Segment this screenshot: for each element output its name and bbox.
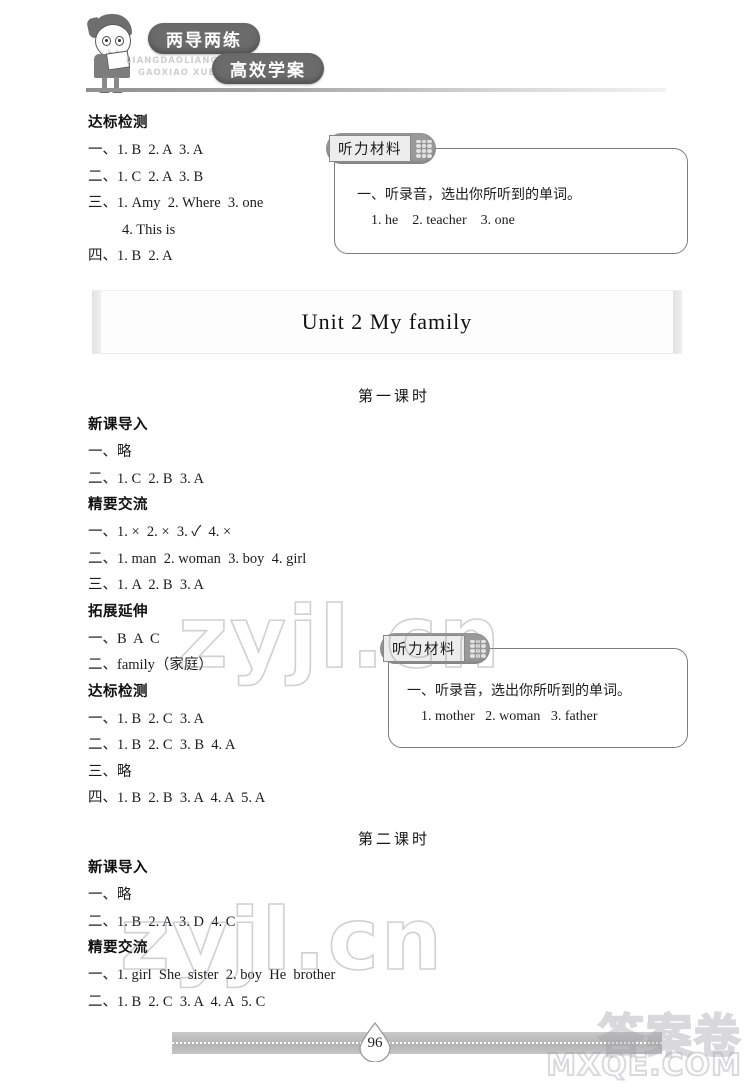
listening-tab-label: 听力材料 (383, 635, 465, 662)
lesson-heading-1: 第一课时 (358, 387, 431, 405)
listening-material-tab-1: 听力材料 (326, 133, 436, 164)
listening-tab-label: 听力材料 (329, 135, 411, 162)
lesson2-content: 新课导入 一、略 二、1. B 2. A 3. D 4. C 精要交流 一、1.… (88, 855, 335, 1015)
section-heading-dabiaojiance-1: 达标检测 (88, 115, 148, 131)
section-heading-xinkedaoru-2: 新课导入 (88, 860, 148, 876)
answer-line: 二、1. C 2. B 3. A (88, 470, 205, 487)
answer-key-page: LIANGDAOLIANGLIAN GAOXIAO XUEAN 两导两练 高效学… (0, 0, 750, 1090)
answer-line: 二、1. man 2. woman 3. boy 4. girl (88, 550, 307, 567)
page-number: 96 (367, 1035, 383, 1051)
answer-line: 三、1. Amy 2. Where 3. one (88, 195, 264, 211)
answer-line: 一、1. girl She sister 2. boy He brother (88, 967, 336, 983)
answer-line: 一、1. B 2. C 3. A (88, 710, 205, 727)
section-heading-tuozhanyanshen-1: 拓展延伸 (88, 603, 148, 620)
answer-line: 二、1. B 2. C 3. B 4. A (88, 737, 236, 753)
lesson-heading-2: 第二课时 (358, 830, 431, 848)
section-heading-dabiaojiance-2: 达标检测 (88, 683, 148, 700)
answer-line: 一、略 (88, 444, 132, 460)
answer-line: 三、略 (88, 763, 132, 780)
banner-left-bar (92, 291, 101, 353)
answer-line: 四、1. B 2. B 3. A 4. A 5. A (88, 790, 266, 806)
brand-pill-liangdaoliangliang: 两导两练 (148, 23, 260, 54)
brand-pill-gaoxiaoxuean: 高效学案 (212, 53, 324, 84)
section-heading-jingyaojiaoliu-1: 精要交流 (88, 497, 148, 513)
listening-body-text: 一、听录音，选出你所听到的单词。 1. he 2. teacher 3. one (357, 188, 581, 228)
answer-line: 4. This is (122, 221, 176, 238)
answer-line: 一、B A C (88, 630, 160, 647)
banner-right-bar (673, 291, 682, 353)
answer-line: 二、family（家庭） (88, 657, 213, 673)
answer-line: 四、1. B 2. A (88, 248, 173, 264)
header-divider (86, 88, 666, 92)
answer-line: 二、1. C 2. A 3. B (88, 168, 204, 185)
answer-line: 二、1. B 2. C 3. A 4. A 5. C (88, 993, 266, 1010)
unit-title: Unit 2 My family (301, 309, 473, 334)
mascot-student-icon (86, 14, 140, 93)
dot-grid-icon (470, 639, 486, 658)
answer-line: 二、1. B 2. A 3. D 4. C (88, 913, 236, 930)
footer-dashed-line (172, 1042, 662, 1044)
listening-body-text: 一、听录音，选出你所听到的单词。 1. mother 2. woman 3. f… (407, 684, 631, 724)
answer-line: 三、1. A 2. B 3. A (88, 577, 205, 593)
listening-material-tab-2: 听力材料 (380, 633, 490, 664)
dot-grid-icon (416, 139, 432, 158)
page-number-badge: 96 (358, 1022, 392, 1062)
section-heading-jingyaojiaoliu-2: 精要交流 (88, 940, 148, 956)
page-header: LIANGDAOLIANGLIAN GAOXIAO XUEAN 两导两练 高效学… (0, 0, 750, 96)
brand-logo: LIANGDAOLIANGLIAN GAOXIAO XUEAN 两导两练 高效学… (86, 8, 326, 93)
answer-line: 一、1. B 2. A 3. A (88, 142, 204, 158)
section-heading-xinkedaoru-1: 新课导入 (88, 417, 148, 433)
unit1-answers-block: 达标检测 一、1. B 2. A 3. A 二、1. C 2. A 3. B 三… (88, 110, 263, 270)
lesson1-content: 新课导入 一、略 二、1. C 2. B 3. A 精要交流 一、1. × 2.… (88, 412, 306, 812)
unit-title-banner: Unit 2 My family (92, 290, 682, 354)
answer-line: 一、略 (88, 887, 132, 903)
answer-line: 一、1. × 2. × 3. ✓ 4. × (88, 524, 232, 540)
